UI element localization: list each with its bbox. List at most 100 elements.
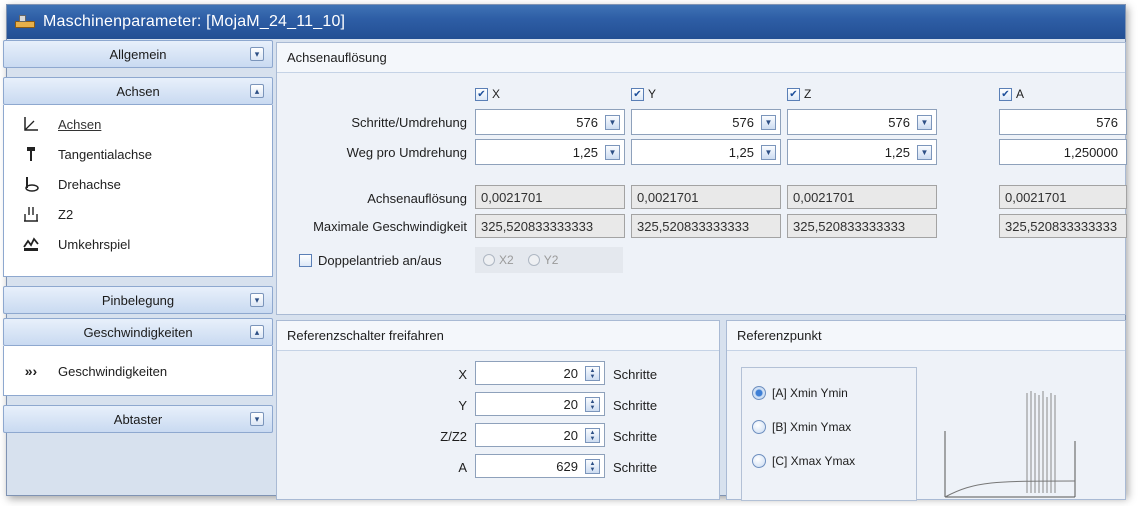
checkbox-box [299, 254, 312, 267]
chevron-down-icon[interactable]: ▼ [917, 115, 932, 130]
combo-value: 1,250000 [1063, 144, 1118, 160]
steps-x-combo[interactable]: 576 ▼ [475, 109, 625, 135]
group-label: Allgemein [109, 46, 167, 62]
chevron-down-icon[interactable]: ▼ [761, 115, 776, 130]
group-label: Pinbelegung [101, 292, 175, 308]
sidebar-item-geschwindigkeiten[interactable]: »› Geschwindigkeiten [4, 356, 272, 386]
steps-y-combo[interactable]: 576 ▼ [631, 109, 781, 135]
speed-icon: »› [24, 363, 38, 379]
sidebar-item-achsen[interactable]: Achsen [4, 109, 272, 139]
travel-label: Weg pro Umdrehung [346, 145, 467, 160]
group-body-geschwindigkeiten: »› Geschwindigkeiten [3, 346, 273, 396]
travel-z-combo[interactable]: 1,25 ▼ [787, 139, 937, 165]
checkbox-label: A [1016, 87, 1025, 101]
ref-label-a: A [458, 460, 467, 475]
ref-unit-x: Schritte [613, 367, 658, 382]
chevron-down-icon[interactable]: ▼ [917, 145, 932, 160]
sidebar: Allgemein ▾ Achsen ▴ Achsen Tangentialac… [3, 40, 273, 500]
spin-icon[interactable]: ▲ ▼ [585, 397, 600, 412]
radio-y2[interactable]: Y2 [527, 253, 559, 267]
group-body-achsen: Achsen Tangentialachse Drehachse Z2 Umke… [3, 105, 273, 277]
checkbox-label: X [492, 87, 501, 101]
reference-point-options: [A] Xmin Ymin [B] Xmin Ymax [C] Xmax Yma… [741, 367, 917, 501]
ref-y-stepper[interactable]: 20 ▲ ▼ [475, 392, 605, 416]
steps-a-combo[interactable]: 576 [999, 109, 1127, 135]
check-icon: ✔ [999, 87, 1012, 101]
ref-z-stepper[interactable]: 20 ▲ ▼ [475, 423, 605, 447]
check-icon: ✔ [787, 87, 800, 101]
axis-x-checkbox[interactable]: ✔ X [475, 87, 500, 101]
ref-label-z: Z/Z2 [440, 429, 467, 444]
group-label: Abtaster [113, 411, 163, 427]
dual-drive-checkbox[interactable]: Doppelantrieb an/aus [299, 253, 442, 268]
window-title: Maschinenparameter: [MojaM_24_11_10] [43, 13, 346, 30]
chevron-down-icon[interactable]: ▼ [761, 145, 776, 160]
radio-label: [C] Xmax Ymax [772, 454, 856, 468]
refpoint-option-b[interactable]: [B] Xmin Ymax [752, 420, 851, 434]
combo-value: 576 [1096, 114, 1118, 130]
radio-x2[interactable]: X2 [483, 253, 514, 267]
combo-value: 1,25 [572, 144, 598, 160]
ref-label-x: X [458, 367, 467, 382]
radio-label: [B] Xmin Ymax [772, 420, 852, 434]
group-achsen[interactable]: Achsen ▴ [3, 77, 273, 105]
axes-resolution-panel: Achsenauflösung ✔ X ✔ Y ✔ Z ✔ A Schritte/Umd… [276, 42, 1127, 315]
axis-z-checkbox[interactable]: ✔ Z [787, 87, 811, 101]
combo-value: 576 [576, 114, 598, 130]
backlash-icon [20, 235, 42, 253]
sidebar-item-z2[interactable]: Z2 [4, 199, 272, 229]
combo-value: 576 [888, 114, 910, 130]
steps-z-combo[interactable]: 576 ▼ [787, 109, 937, 135]
ref-label-y: Y [458, 398, 467, 413]
axis-y-checkbox[interactable]: ✔ Y [631, 87, 656, 101]
spin-icon[interactable]: ▲ ▼ [585, 428, 600, 443]
group-abtaster[interactable]: Abtaster ▾ [3, 405, 273, 433]
refpoint-option-c[interactable]: [C] Xmax Ymax [752, 454, 855, 468]
group-geschwindigkeiten[interactable]: Geschwindigkeiten ▴ [3, 318, 273, 346]
check-icon: ✔ [631, 87, 644, 101]
chevron-down-icon[interactable]: ▾ [250, 47, 264, 61]
chevron-up-icon[interactable]: ▴ [250, 325, 264, 339]
travel-a-combo[interactable]: 1,250000 [999, 139, 1127, 165]
ref-unit-y: Schritte [613, 398, 658, 413]
max-speed-a-field: 325,520833333333 [999, 214, 1127, 238]
sidebar-item-umkehrspiel[interactable]: Umkehrspiel [4, 229, 272, 259]
travel-y-combo[interactable]: 1,25 ▼ [631, 139, 781, 165]
resolution-label: Achsenauflösung [367, 191, 467, 206]
max-speed-x-field: 325,520833333333 [475, 214, 625, 238]
max-speed-label: Maximale Geschwindigkeit [313, 219, 467, 234]
ref-unit-a: Schritte [613, 460, 658, 475]
chevron-down-icon[interactable]: ▼ [605, 115, 620, 130]
travel-x-combo[interactable]: 1,25 ▼ [475, 139, 625, 165]
rotary-axis-icon [20, 175, 42, 193]
group-pinbelegung[interactable]: Pinbelegung ▾ [3, 286, 273, 314]
checkbox-label: Y [648, 87, 657, 101]
refpoint-option-a[interactable]: [A] Xmin Ymin [752, 386, 848, 400]
panel-title: Referenzschalter freifahren [277, 321, 719, 351]
radio-dot [527, 254, 540, 266]
sidebar-item-label: Geschwindigkeiten [58, 363, 168, 379]
combo-value: 576 [732, 114, 754, 130]
group-label: Achsen [116, 83, 160, 99]
ref-a-stepper[interactable]: 629 ▲ ▼ [475, 454, 605, 478]
reference-switch-panel: Referenzschalter freifahren X 20 ▲ ▼ Schri… [276, 320, 720, 500]
dual-drive-options: X2 Y2 [475, 247, 623, 273]
ref-x-stepper[interactable]: 20 ▲ ▼ [475, 361, 605, 385]
chevron-up-icon[interactable]: ▴ [250, 84, 264, 98]
sidebar-item-drehachse[interactable]: Drehachse [4, 169, 272, 199]
stepper-value: 20 [563, 427, 578, 443]
axes-icon [20, 115, 42, 133]
max-speed-z-field: 325,520833333333 [787, 214, 937, 238]
group-allgemein[interactable]: Allgemein ▾ [3, 40, 273, 68]
stepper-value: 629 [556, 458, 578, 474]
chevron-down-icon[interactable]: ▾ [250, 412, 264, 426]
radio-label: Y2 [543, 253, 559, 267]
resolution-y-field: 0,0021701 [631, 185, 781, 209]
spin-icon[interactable]: ▲ ▼ [585, 459, 600, 474]
axis-a-checkbox[interactable]: ✔ A [999, 87, 1024, 101]
chevron-down-icon[interactable]: ▼ [605, 145, 620, 160]
chevron-down-icon[interactable]: ▾ [250, 293, 264, 307]
title-bar[interactable]: Maschinenparameter: [MojaM_24_11_10] [7, 5, 1125, 39]
spin-icon[interactable]: ▲ ▼ [585, 366, 600, 381]
sidebar-item-tangentialachse[interactable]: Tangentialachse [4, 139, 272, 169]
